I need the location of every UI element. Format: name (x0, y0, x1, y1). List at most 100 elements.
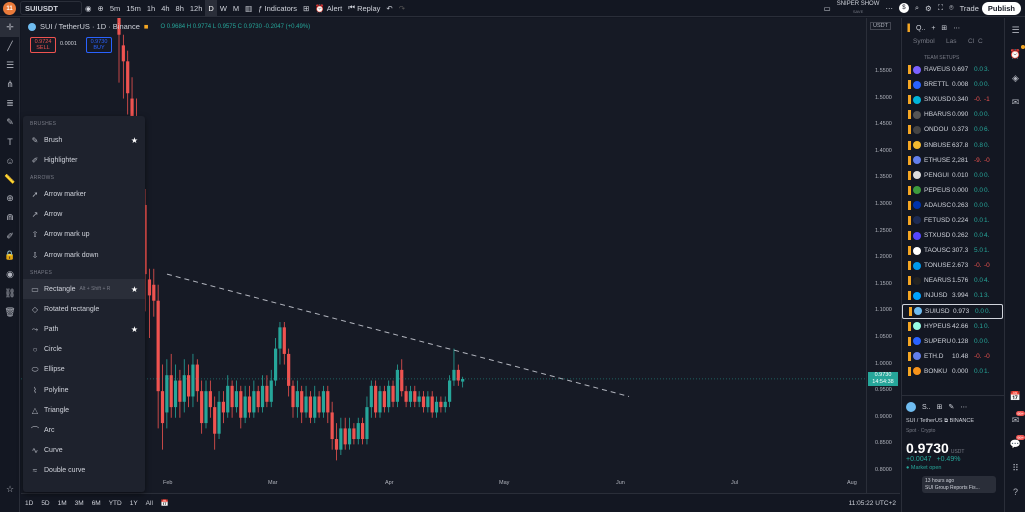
watchlist-row[interactable]: SUPERU 0.128 0.0 0. (902, 334, 1003, 349)
crosshair-icon[interactable]: ✛ (0, 18, 20, 37)
layouts-icon[interactable]: ⊞ (300, 0, 312, 17)
add-symbol-icon[interactable]: ⊕ (95, 0, 107, 17)
menu-item-ellipse[interactable]: ⬭ Ellipse (23, 360, 145, 380)
keypad-icon[interactable]: ⠿ (1005, 456, 1025, 480)
pitchfork-icon[interactable]: ⋔ (0, 75, 20, 94)
menu-item-arrow-mark-down[interactable]: ⇩ Arrow mark down (23, 245, 145, 265)
camera-icon[interactable]: ⌾ (946, 0, 957, 17)
menu-item-circle[interactable]: ○ Circle (23, 340, 145, 360)
menu-item-rectangle[interactable]: ▭ Rectangle Alt + Shift + R ★ (23, 279, 145, 300)
menu-item-arc[interactable]: ⌒ Arc (23, 420, 145, 440)
replay-button[interactable]: ⏮ Replay (345, 0, 383, 17)
eye-icon[interactable]: ◉ (0, 265, 20, 284)
watchlist-row[interactable]: SNXUSD 0.340 -0. -1 (902, 92, 1003, 107)
ruler-icon[interactable]: 📏 (0, 170, 20, 189)
chart-title[interactable]: SUI / TetherUS · 1D · Binance (40, 22, 140, 31)
candle-type-icon[interactable]: ▥ (242, 0, 255, 17)
pencil-lock-icon[interactable]: ✐ (0, 227, 20, 246)
more-icon[interactable]: ⋯ (953, 24, 960, 32)
add-icon[interactable]: + (931, 25, 935, 32)
column-header[interactable]: Symbol (913, 38, 946, 50)
timeframe-W[interactable]: W (217, 0, 230, 17)
alerts-icon[interactable]: ⏰99+ (1005, 42, 1025, 66)
chat-icon[interactable]: ✉ (1005, 90, 1025, 114)
timeframe-1h[interactable]: 1h (144, 0, 158, 17)
menu-item-polyline[interactable]: ⌇ Polyline (23, 380, 145, 400)
star-icon[interactable]: ☆ (0, 480, 20, 499)
edit-icon[interactable]: ✎ (948, 403, 954, 411)
news-item[interactable]: 13 hours ago SUI Group Reports Fis... (922, 476, 996, 493)
sell-button[interactable]: 0.9724 SELL (30, 37, 56, 53)
trade-button[interactable]: Trade (957, 0, 982, 17)
eye-icon[interactable]: ◉ (82, 0, 95, 17)
menu-item-brush[interactable]: ✎ Brush ★ (23, 130, 145, 150)
watchlist-row[interactable]: ONDOU 0.373 0.0 6. (902, 122, 1003, 137)
watchlist-row[interactable]: BNBUSE 637.8 0.8 0. (902, 137, 1003, 152)
more-icon[interactable]: ⋯ (960, 403, 967, 411)
currency-label[interactable]: USDT (870, 22, 891, 30)
timeframe-4h[interactable]: 4h (158, 0, 172, 17)
watchlist-row[interactable]: ADAUSC 0.263 0.0 0. (902, 198, 1003, 213)
watchlist-row[interactable]: ETH.D 10.48 -0. -0 (902, 349, 1003, 364)
trendline-icon[interactable]: ╱ (0, 37, 20, 56)
timeframe-D[interactable]: D (205, 0, 217, 17)
notification-icon[interactable]: ✉ 99+ (1005, 408, 1025, 432)
settings-icon[interactable]: ⚙ (922, 0, 935, 17)
range-1m[interactable]: 1M (54, 500, 71, 507)
watchlist-row[interactable]: NEARUS 1.576 0.0 4. (902, 273, 1003, 288)
range-3m[interactable]: 3M (71, 500, 88, 507)
date-axis[interactable]: Feb Mar Apr May Jun Jul Aug (21, 478, 866, 493)
symbol-search[interactable]: SUIUSDT (20, 1, 82, 15)
layout-icon[interactable]: ⊞ (941, 24, 947, 32)
watchlist-section[interactable]: TEAM SETUPS (902, 52, 1003, 62)
price-chart[interactable] (21, 18, 866, 478)
emoji-icon[interactable]: ☺ (0, 151, 20, 170)
timeframe-8h[interactable]: 8h (173, 0, 187, 17)
calendar-icon[interactable]: 📅 (1005, 384, 1025, 408)
menu-item-rotated-rectangle[interactable]: ◇ Rotated rectangle (23, 299, 145, 319)
watchlist-row[interactable]: SUIUSD 0.973 0.0 0. (902, 303, 1003, 319)
watchlist-title[interactable]: Q.. (916, 25, 925, 32)
timeframe-M[interactable]: M (230, 0, 242, 17)
trash-icon[interactable]: 🗑 (0, 303, 20, 322)
range-5d[interactable]: 5D (37, 500, 53, 507)
watchlist-row[interactable]: TAOUSC 307.3 5.0 1. (902, 243, 1003, 258)
layout-icon[interactable]: ▭ (821, 0, 834, 17)
dollar-badge[interactable]: $ (896, 0, 912, 17)
redo-icon[interactable]: ↷ (396, 0, 408, 17)
column-header[interactable]: C (978, 38, 988, 50)
menu-item-path[interactable]: ⤳ Path ★ (23, 320, 145, 340)
timeframe-12h[interactable]: 12h (187, 0, 206, 17)
watchlist-row[interactable]: BONKU 0.000 0.0 1. (902, 364, 1003, 379)
menu-item-curve[interactable]: ∿ Curve (23, 441, 145, 461)
indicators-button[interactable]: ƒ Indicators (255, 0, 300, 17)
watchlist-row[interactable]: TONUSE 2.673 -0. -0 (902, 258, 1003, 273)
timeframe-15m[interactable]: 15m (123, 0, 144, 17)
watchlist-row[interactable]: INJUSD 3.994 0.1 3. (902, 288, 1003, 303)
lock-icon[interactable]: 🔒 (0, 246, 20, 265)
chart-pane[interactable] (21, 18, 900, 493)
watchlist-row[interactable]: HYPEUS 42.66 0.1 0. (902, 319, 1003, 334)
timeframe-5m[interactable]: 5m (107, 0, 123, 17)
search-icon[interactable]: ⌕ (912, 0, 922, 17)
menu-item-arrow-mark-up[interactable]: ⇧ Arrow mark up (23, 225, 145, 245)
watchlist-row[interactable]: ETHUSE 2,281 -9. -0 (902, 153, 1003, 168)
date-range-icon[interactable]: 📅 (157, 499, 173, 507)
watchlist-row[interactable]: FETUSD 0.224 0.0 1. (902, 213, 1003, 228)
fullscreen-icon[interactable]: ⛶ (935, 0, 946, 17)
grid-icon[interactable]: ⊞ (937, 403, 943, 411)
price-axis[interactable]: 1.5500 1.5000 1.4500 1.4000 1.3500 1.3000 1.25… (866, 18, 900, 493)
menu-item-double-curve[interactable]: ≈ Double curve (23, 461, 145, 481)
more-icon[interactable]: ⋯ (882, 0, 896, 17)
menu-item-triangle[interactable]: △ Triangle (23, 400, 145, 420)
favorite-star-icon[interactable]: ★ (131, 285, 138, 294)
fib-icon[interactable]: ≣ (0, 94, 20, 113)
menu-item-arrow-marker[interactable]: ➚ Arrow marker (23, 184, 145, 204)
messages-icon[interactable]: 💬 99+ (1005, 432, 1025, 456)
app-logo[interactable]: 11 (3, 2, 16, 15)
range-1d[interactable]: 1D (21, 500, 37, 507)
range-all[interactable]: All (142, 500, 157, 507)
link-icon[interactable]: ⛓ (0, 284, 20, 303)
watchlist-row[interactable]: BRETTL 0.008 0.0 0. (902, 77, 1003, 92)
buy-button[interactable]: 0.9730 BUY (86, 37, 112, 53)
